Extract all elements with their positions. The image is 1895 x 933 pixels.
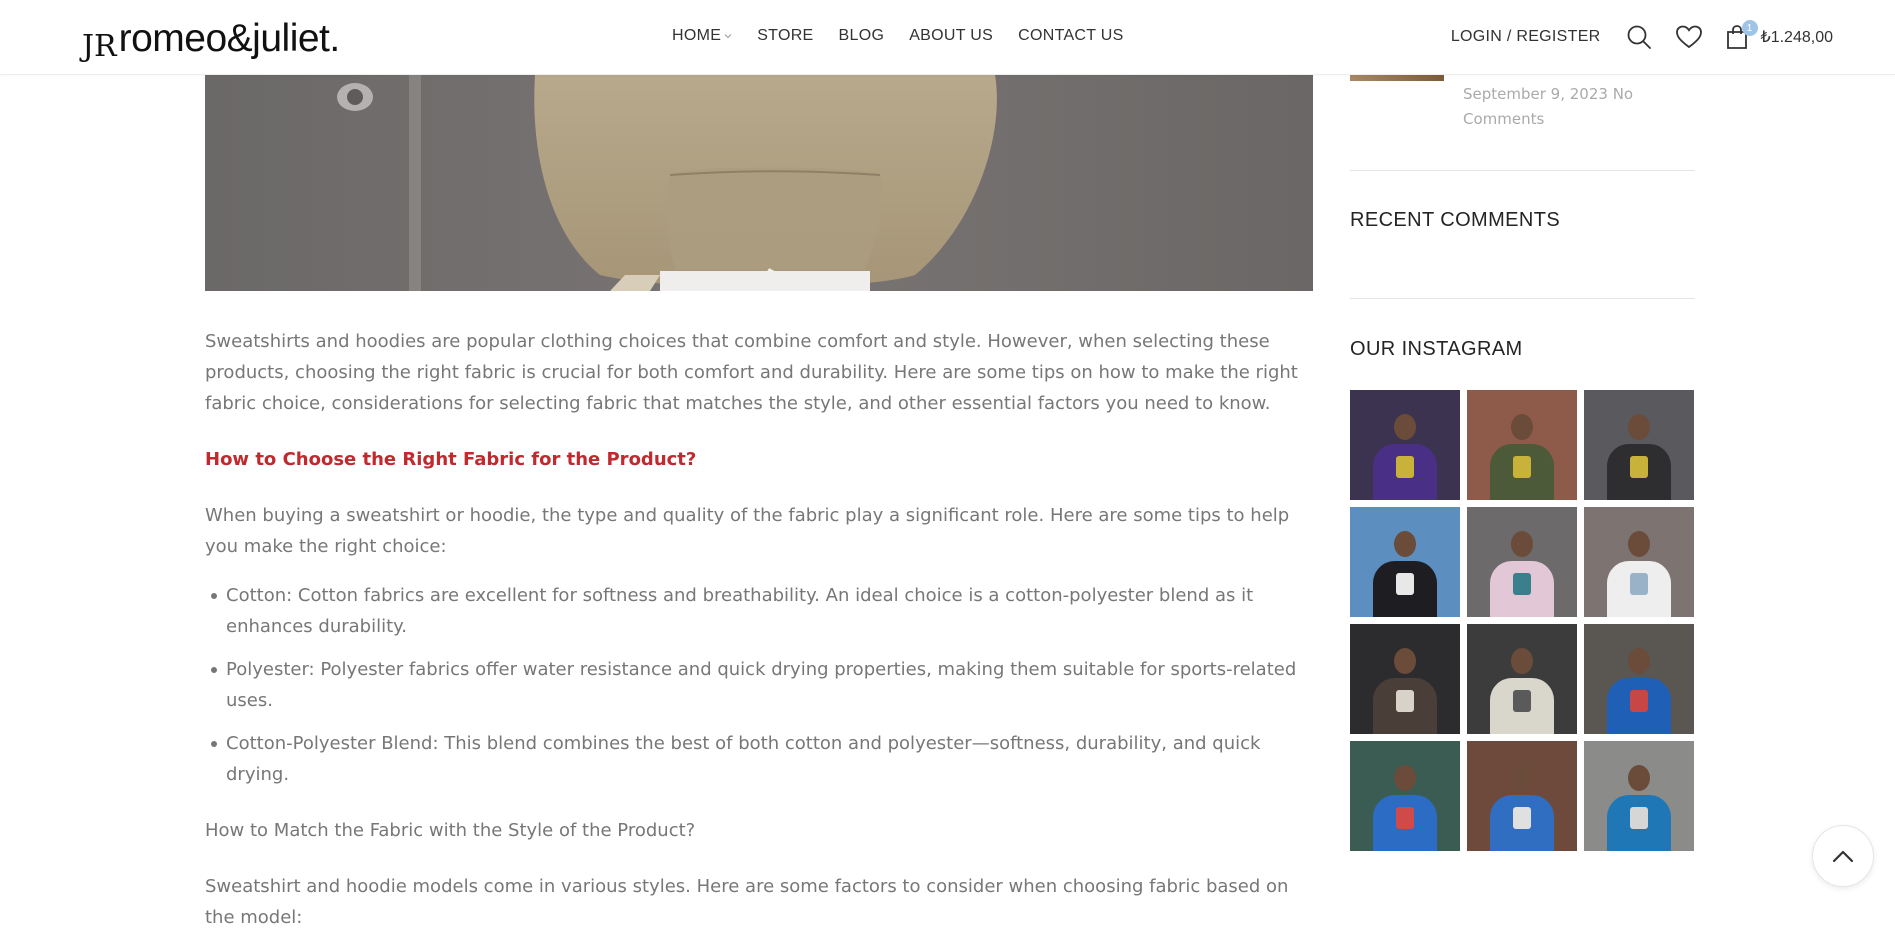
nav-about-us[interactable]: ABOUT US <box>909 27 993 45</box>
model-head <box>1394 765 1416 791</box>
sidebar-divider <box>1350 298 1695 299</box>
hoodie-print <box>1630 456 1648 478</box>
instagram-grid <box>1350 390 1695 851</box>
sidebar-divider <box>1350 170 1695 171</box>
article-featured-image <box>205 75 1313 291</box>
instagram-photo[interactable] <box>1467 507 1577 617</box>
hoodie-print <box>1630 807 1648 829</box>
article-paragraph: Sweatshirt and hoodie models come in var… <box>205 876 1289 928</box>
logo-text: romeo&juliet. <box>118 17 341 60</box>
instagram-photo[interactable] <box>1467 624 1577 734</box>
fabric-list: Cotton: Cotton fabrics are excellent for… <box>205 580 1313 790</box>
hoodie-print <box>1513 807 1531 829</box>
header-actions: LOGIN / REGISTER 1 ₺1.248,00 <box>1451 20 1833 54</box>
instagram-photo[interactable] <box>1467 741 1577 851</box>
hoodie-print <box>1513 456 1531 478</box>
instagram-photo[interactable] <box>1350 741 1460 851</box>
model-head <box>1511 648 1533 674</box>
list-item: Polyester: Polyester fabrics offer water… <box>205 654 1313 716</box>
article-body: Sweatshirts and hoodies are popular clot… <box>205 326 1313 933</box>
nav-contact-us[interactable]: CONTACT US <box>1018 27 1124 45</box>
nav-store[interactable]: STORE <box>757 27 813 45</box>
site-header: JR romeo&juliet. HOME STORE BLOG ABOUT U… <box>0 0 1895 75</box>
hoodie-print <box>1396 456 1414 478</box>
instagram-photo[interactable] <box>1584 390 1694 500</box>
model-head <box>1394 648 1416 674</box>
hoodie-print <box>1630 690 1648 712</box>
instagram-photo[interactable] <box>1467 390 1577 500</box>
instagram-photo[interactable] <box>1350 390 1460 500</box>
nav-home[interactable]: HOME <box>672 27 732 45</box>
back-to-top-button[interactable] <box>1812 825 1874 887</box>
instagram-photo[interactable] <box>1584 741 1694 851</box>
article-paragraph: When buying a sweatshirt or hoodie, the … <box>205 505 1290 557</box>
cart-total: ₺1.248,00 <box>1760 29 1833 46</box>
instagram-photo[interactable] <box>1584 507 1694 617</box>
wishlist-button[interactable] <box>1675 23 1703 51</box>
instagram-photo[interactable] <box>1350 507 1460 617</box>
model-head <box>1394 531 1416 557</box>
search-icon <box>1627 25 1651 49</box>
nav-home-label: HOME <box>672 27 722 44</box>
instagram-photo[interactable] <box>1350 624 1460 734</box>
hoodie-print <box>1396 690 1414 712</box>
hoodie-print <box>1513 573 1531 595</box>
nav-about-label: ABOUT US <box>909 27 994 44</box>
article-intro: Sweatshirts and hoodies are popular clot… <box>205 331 1298 414</box>
model-head <box>1628 414 1650 440</box>
section-heading-match-fabric: How to Match the Fabric with the Style o… <box>205 820 696 841</box>
hoodie-print <box>1396 807 1414 829</box>
logo-monogram: JR <box>82 29 117 64</box>
nav-blog[interactable]: BLOG <box>839 27 885 45</box>
hoodie-print <box>1396 573 1414 595</box>
heart-icon <box>1675 25 1702 49</box>
hoodie-print <box>1513 690 1531 712</box>
hoodie-print <box>1630 573 1648 595</box>
recent-post-meta: September 9, 2023 No Comments <box>1463 85 1634 128</box>
list-item: Cotton-Polyester Blend: This blend combi… <box>205 728 1313 790</box>
model-head <box>1511 765 1533 791</box>
nav-store-label: STORE <box>757 27 814 44</box>
cart-button[interactable]: 1 ₺1.248,00 <box>1725 20 1833 50</box>
model-head <box>1628 765 1650 791</box>
model-head <box>1628 531 1650 557</box>
main-nav: HOME STORE BLOG ABOUT US CONTACT US <box>672 27 1124 45</box>
chevron-up-icon <box>1832 850 1854 863</box>
nav-blog-label: BLOG <box>838 27 885 44</box>
model-head <box>1628 648 1650 674</box>
search-button[interactable] <box>1625 23 1653 51</box>
list-item: Cotton: Cotton fabrics are excellent for… <box>205 580 1313 642</box>
recent-comments-title: RECENT COMMENTS <box>1350 209 1561 231</box>
cart-count-badge: 1 <box>1741 20 1758 36</box>
hoodie-photo <box>205 75 1313 291</box>
site-logo[interactable]: JR romeo&juliet. <box>82 17 341 62</box>
login-register-link[interactable]: LOGIN / REGISTER <box>1451 28 1601 46</box>
chevron-down-icon <box>724 34 732 39</box>
model-head <box>1394 414 1416 440</box>
section-heading-choose-fabric: How to Choose the Right Fabric for the P… <box>205 449 697 470</box>
instagram-photo[interactable] <box>1584 624 1694 734</box>
nav-contact-label: CONTACT US <box>1018 27 1124 44</box>
model-head <box>1511 531 1533 557</box>
model-head <box>1511 414 1533 440</box>
instagram-title: OUR INSTAGRAM <box>1350 338 1523 360</box>
